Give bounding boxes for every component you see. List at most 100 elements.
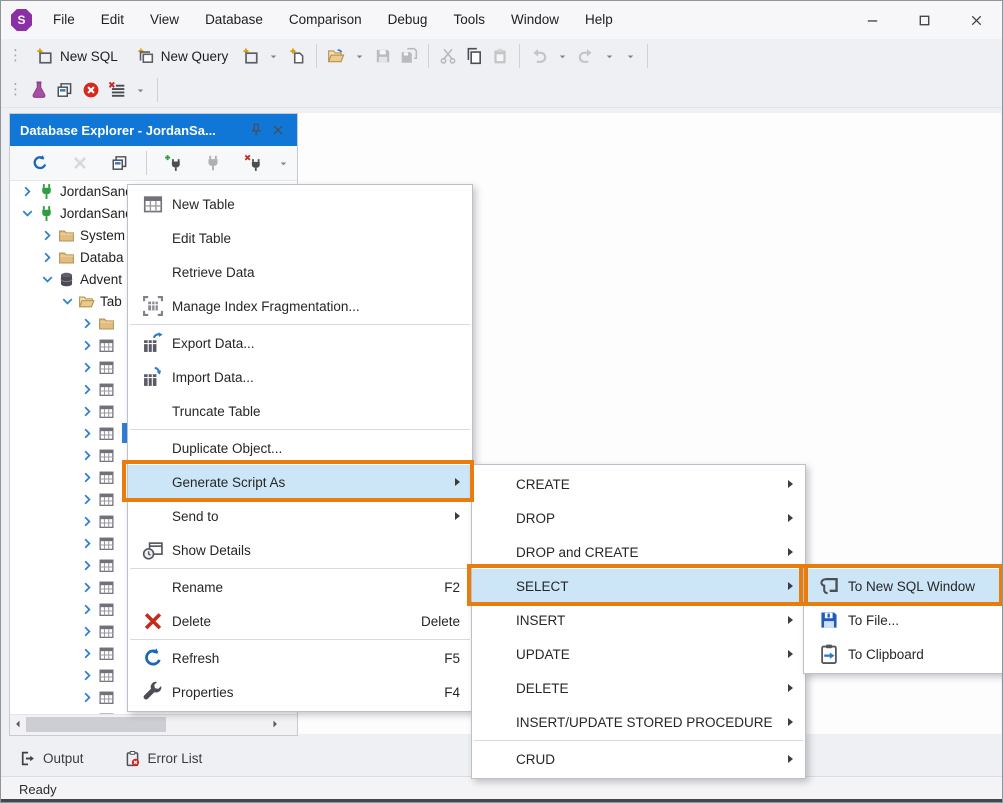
debug-flask-button[interactable] — [26, 76, 52, 104]
chevron-right-icon[interactable] — [80, 360, 95, 375]
new-query-button[interactable]: New Query — [127, 42, 238, 70]
save-all-button[interactable] — [396, 42, 422, 70]
new-document-button[interactable] — [284, 42, 310, 70]
context-menu-item-duplicate-object[interactable]: Duplicate Object... — [128, 431, 472, 465]
chevron-right-icon[interactable] — [80, 382, 95, 397]
chevron-right-icon[interactable] — [80, 426, 95, 441]
scrollbar-thumb[interactable] — [26, 717, 166, 732]
chevron-right-icon[interactable] — [80, 536, 95, 551]
tab-error-list[interactable]: Error List — [124, 750, 203, 767]
menubar-item-window[interactable]: Window — [498, 1, 572, 39]
new-window-button[interactable] — [237, 42, 263, 70]
dropdown-caret[interactable] — [273, 158, 294, 169]
context-menu-item-truncate-table[interactable]: Truncate Table — [128, 394, 472, 428]
chevron-right-icon[interactable] — [80, 514, 95, 529]
script-submenu-item-insert-update-stored-procedure[interactable]: INSERT/UPDATE STORED PROCEDURE — [472, 705, 805, 739]
save-button[interactable] — [370, 42, 396, 70]
dropdown-caret[interactable] — [349, 51, 370, 62]
context-menu-item-rename[interactable]: RenameF2 — [128, 570, 472, 604]
windows-button[interactable] — [100, 149, 140, 177]
toolbar-grip[interactable]: ⋮ — [5, 80, 26, 100]
chevron-right-icon[interactable] — [80, 690, 95, 705]
stop-button[interactable] — [78, 76, 104, 104]
chevron-right-icon[interactable] — [80, 646, 95, 661]
chevron-right-icon[interactable] — [20, 184, 35, 199]
disconnect-button[interactable] — [233, 149, 273, 177]
new-sql-button[interactable]: New SQL — [26, 42, 127, 70]
context-menu-item-generate-script-as[interactable]: Generate Script As — [128, 465, 472, 499]
script-submenu-item-select[interactable]: SELECT — [472, 569, 805, 603]
chevron-right-icon[interactable] — [80, 338, 95, 353]
cut-button[interactable] — [435, 42, 461, 70]
connect-button[interactable] — [193, 149, 233, 177]
copy-button[interactable] — [461, 42, 487, 70]
scroll-left-icon[interactable] — [12, 717, 26, 731]
delete-button[interactable] — [60, 149, 100, 177]
toolbar-grip[interactable]: ⋮ — [5, 46, 26, 66]
script-submenu-item-update[interactable]: UPDATE — [472, 637, 805, 671]
minimize-button[interactable] — [846, 1, 898, 39]
chevron-right-icon[interactable] — [80, 580, 95, 595]
chevron-right-icon[interactable] — [80, 470, 95, 485]
script-submenu-item-create[interactable]: CREATE — [472, 467, 805, 501]
chevron-down-icon[interactable] — [20, 206, 35, 221]
context-menu-item-edit-table[interactable]: Edit Table — [128, 221, 472, 255]
open-button[interactable] — [323, 42, 349, 70]
chevron-right-icon[interactable] — [80, 448, 95, 463]
context-menu-item-import-data[interactable]: Import Data... — [128, 360, 472, 394]
dropdown-caret[interactable] — [263, 51, 284, 62]
script-submenu-item-delete[interactable]: DELETE — [472, 671, 805, 705]
windows-button[interactable] — [52, 76, 78, 104]
skip-statements-button[interactable] — [104, 76, 130, 104]
script-submenu-item-crud[interactable]: CRUD — [472, 742, 805, 776]
redo-button[interactable] — [573, 42, 599, 70]
menubar-item-comparison[interactable]: Comparison — [276, 1, 375, 39]
context-menu-item-new-table[interactable]: New Table — [128, 187, 472, 221]
dropdown-caret[interactable] — [599, 51, 620, 62]
chevron-right-icon[interactable] — [80, 624, 95, 639]
context-menu-item-manage-index-fragmentation[interactable]: Manage Index Fragmentation... — [128, 289, 472, 323]
target-submenu-item-to-new-sql-window[interactable]: To New SQL Window — [804, 569, 1002, 603]
refresh-button[interactable] — [20, 149, 60, 177]
menubar-item-debug[interactable]: Debug — [375, 1, 441, 39]
chevron-right-icon[interactable] — [80, 492, 95, 507]
chevron-right-icon[interactable] — [80, 316, 95, 331]
script-submenu-item-insert[interactable]: INSERT — [472, 603, 805, 637]
menubar-item-file[interactable]: File — [40, 1, 88, 39]
script-submenu-item-drop[interactable]: DROP — [472, 501, 805, 535]
chevron-right-icon[interactable] — [80, 558, 95, 573]
new-connection-button[interactable] — [153, 149, 193, 177]
context-menu-item-send-to[interactable]: Send to — [128, 499, 472, 533]
tab-output[interactable]: Output — [19, 750, 84, 767]
context-menu-item-refresh[interactable]: RefreshF5 — [128, 641, 472, 675]
menubar-item-view[interactable]: View — [137, 1, 192, 39]
chevron-right-icon[interactable] — [40, 228, 55, 243]
horizontal-scrollbar[interactable] — [10, 714, 297, 735]
menubar-item-tools[interactable]: Tools — [440, 1, 498, 39]
panel-close-button[interactable] — [267, 119, 289, 141]
context-menu-item-export-data[interactable]: Export Data... — [128, 326, 472, 360]
scroll-right-icon[interactable] — [269, 717, 283, 731]
paste-button[interactable] — [487, 42, 513, 70]
chevron-right-icon[interactable] — [40, 250, 55, 265]
menubar-item-help[interactable]: Help — [572, 1, 626, 39]
context-menu-item-delete[interactable]: DeleteDelete — [128, 604, 472, 638]
chevron-down-icon[interactable] — [40, 272, 55, 287]
maximize-button[interactable] — [898, 1, 950, 39]
chevron-right-icon[interactable] — [80, 404, 95, 419]
pin-button[interactable] — [245, 119, 267, 141]
dropdown-caret[interactable] — [130, 85, 151, 96]
chevron-right-icon[interactable] — [80, 602, 95, 617]
dropdown-caret[interactable] — [620, 51, 641, 62]
context-menu-item-retrieve-data[interactable]: Retrieve Data — [128, 255, 472, 289]
script-submenu-item-drop-and-create[interactable]: DROP and CREATE — [472, 535, 805, 569]
chevron-down-icon[interactable] — [60, 294, 75, 309]
dropdown-caret[interactable] — [552, 51, 573, 62]
chevron-right-icon[interactable] — [80, 668, 95, 683]
menubar-item-edit[interactable]: Edit — [88, 1, 137, 39]
undo-button[interactable] — [526, 42, 552, 70]
target-submenu-item-to-file[interactable]: To File... — [804, 603, 1002, 637]
close-button[interactable] — [950, 1, 1002, 39]
menubar-item-database[interactable]: Database — [192, 1, 276, 39]
context-menu-item-properties[interactable]: PropertiesF4 — [128, 675, 472, 709]
